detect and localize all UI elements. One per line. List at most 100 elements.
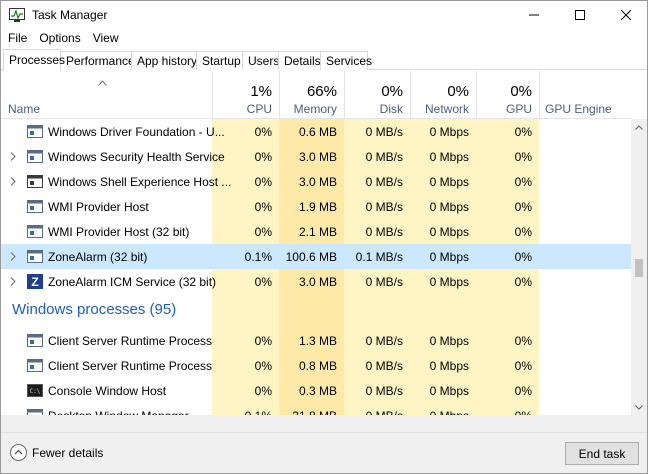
memory-value: 3.0 MB bbox=[298, 150, 337, 164]
column-network[interactable]: 0% Network bbox=[410, 71, 476, 119]
chevron-right-icon[interactable] bbox=[10, 152, 16, 161]
cpu-label: CPU bbox=[246, 102, 272, 116]
process-name: ZoneAlarm ICM Service (32 bit) bbox=[48, 275, 217, 289]
memory-value: 100.6 MB bbox=[285, 250, 337, 264]
close-button[interactable] bbox=[603, 1, 648, 29]
gpu-total: 0% bbox=[510, 83, 532, 100]
tab-users[interactable]: Users bbox=[242, 51, 279, 70]
column-gpu[interactable]: 0% GPU bbox=[476, 71, 539, 119]
network-value: 0 Mbps bbox=[429, 359, 469, 373]
network-value: 0 Mbps bbox=[429, 250, 469, 264]
process-name: Windows Security Health Service bbox=[48, 150, 225, 164]
disk-value: 0 MB/s bbox=[365, 384, 403, 398]
network-label: Network bbox=[424, 102, 469, 116]
process-name: Windows Shell Experience Host ... bbox=[48, 175, 232, 189]
minimize-button[interactable] bbox=[511, 1, 557, 29]
scroll-thumb[interactable] bbox=[635, 259, 643, 277]
table-row[interactable]: Windows Driver Foundation - U... 0% 0.6 MB… bbox=[1, 119, 631, 144]
sort-up-icon bbox=[98, 80, 107, 86]
scroll-down-button[interactable] bbox=[631, 399, 647, 415]
zonealarm-icon: Z bbox=[27, 274, 43, 289]
table-row[interactable]: WMI Provider Host 0% 1.9 MB 0 MB/s 0 Mbps 0% bbox=[1, 194, 631, 219]
maximize-button[interactable] bbox=[557, 1, 603, 29]
gpu-value: 0% bbox=[514, 150, 532, 164]
gpu-value: 0% bbox=[514, 275, 532, 289]
table-row[interactable]: Windows Shell Experience Host ... 0% 3.0 M… bbox=[1, 169, 631, 194]
table-row[interactable]: ZoneAlarm (32 bit) 0.1% 100.6 MB 0.1 MB/s 0 … bbox=[1, 244, 631, 269]
table-row[interactable]: C:\ Console Window Host 0% 0.3 MB 0 MB/s 0 Mb… bbox=[1, 378, 631, 403]
table-row[interactable]: Desktop Window Manager0.1%31.8 MB0 MB/s0… bbox=[1, 403, 631, 415]
menu-bar: File Options View bbox=[1, 29, 647, 49]
disk-value: 0 MB/s bbox=[365, 200, 403, 214]
tab-performance[interactable]: Performance bbox=[60, 51, 135, 70]
process-name: WMI Provider Host bbox=[48, 200, 149, 214]
menu-file[interactable]: File bbox=[1, 29, 33, 49]
cpu-value: 0% bbox=[254, 359, 272, 373]
fewer-details-link[interactable]: Fewer details bbox=[32, 446, 103, 460]
header-scroll-spacer bbox=[631, 71, 647, 119]
disk-label: Disk bbox=[379, 102, 403, 116]
fewer-details-button[interactable] bbox=[10, 444, 27, 461]
memory-value: 3.0 MB bbox=[298, 275, 337, 289]
gpu-value: 0% bbox=[514, 200, 532, 214]
menu-view[interactable]: View bbox=[87, 29, 125, 49]
network-value: 0 Mbps bbox=[429, 175, 469, 189]
scroll-up-icon bbox=[635, 124, 643, 130]
cpu-value: 0% bbox=[254, 384, 272, 398]
column-header: Name 1% CPU 66% Memory 0% Disk 0% Networ… bbox=[1, 71, 631, 119]
svg-text:Z: Z bbox=[31, 275, 38, 289]
end-task-button[interactable]: End task bbox=[565, 442, 639, 465]
tab-app-history[interactable]: App history bbox=[131, 51, 197, 70]
cpu-value: 0% bbox=[254, 150, 272, 164]
window-title: Task Manager bbox=[32, 8, 108, 22]
table-row[interactable]: WMI Provider Host (32 bit) 0% 2.1 MB 0 MB/s… bbox=[1, 219, 631, 244]
process-name: Client Server Runtime Process bbox=[48, 359, 213, 373]
scroll-up-button[interactable] bbox=[631, 119, 647, 135]
service-window-icon bbox=[27, 200, 43, 213]
memory-value: 1.3 MB bbox=[298, 334, 337, 348]
memory-label: Memory bbox=[293, 102, 337, 116]
disk-value: 0 MB/s bbox=[365, 225, 403, 239]
network-value: 0 Mbps bbox=[429, 334, 469, 348]
footer-bar: Fewer details End task bbox=[1, 432, 647, 473]
tab-processes[interactable]: Processes bbox=[3, 49, 65, 71]
group-header-row[interactable]: Windows processes (95) bbox=[1, 294, 631, 328]
service-window-icon bbox=[27, 409, 43, 415]
cpu-value: 0% bbox=[254, 275, 272, 289]
chevron-right-icon[interactable] bbox=[10, 177, 16, 186]
column-cpu[interactable]: 1% CPU bbox=[212, 71, 279, 119]
title-bar[interactable]: Task Manager bbox=[1, 1, 647, 29]
table-row[interactable]: Windows Security Health Service 0% 3.0 MB 0… bbox=[1, 144, 631, 169]
column-name[interactable]: Name bbox=[8, 102, 40, 116]
tab-services[interactable]: Services bbox=[320, 51, 372, 70]
menu-options[interactable]: Options bbox=[33, 29, 86, 49]
disk-value: 0 MB/s bbox=[365, 175, 403, 189]
group-title: Windows processes (95) bbox=[12, 301, 177, 318]
cpu-value: 0.1% bbox=[244, 250, 272, 264]
gpu-value: 0% bbox=[514, 334, 532, 348]
gpu-value: 0% bbox=[514, 384, 532, 398]
memory-value: 2.1 MB bbox=[298, 225, 337, 239]
disk-value: 0.1 MB/s bbox=[355, 250, 403, 264]
process-list: Windows Driver Foundation - U... 0% 0.6 MB… bbox=[1, 119, 631, 415]
network-value: 0 Mbps bbox=[429, 275, 469, 289]
tab-startup[interactable]: Startup bbox=[196, 51, 243, 70]
table-row[interactable]: Client Server Runtime Process 0% 0.8 MB 0 M… bbox=[1, 353, 631, 378]
cpu-value: 0% bbox=[254, 200, 272, 214]
maximize-icon bbox=[575, 10, 585, 20]
table-row[interactable]: Client Server Runtime Process 0% 1.3 MB 0 M… bbox=[1, 328, 631, 353]
column-gpu-engine[interactable]: GPU Engine bbox=[539, 71, 631, 119]
column-disk[interactable]: 0% Disk bbox=[344, 71, 410, 119]
chevron-right-icon[interactable] bbox=[10, 252, 16, 261]
process-name: WMI Provider Host (32 bit) bbox=[48, 225, 190, 239]
column-memory[interactable]: 66% Memory bbox=[279, 71, 344, 119]
gpu-label: GPU bbox=[505, 102, 532, 116]
disk-total: 0% bbox=[381, 83, 403, 100]
network-value: 0 Mbps bbox=[429, 125, 469, 139]
chevron-right-icon[interactable] bbox=[10, 277, 16, 286]
network-value: 0 Mbps bbox=[429, 200, 469, 214]
vertical-scrollbar[interactable] bbox=[631, 119, 647, 415]
tab-details[interactable]: Details bbox=[278, 51, 321, 70]
table-row[interactable]: Z ZoneAlarm ICM Service (32 bit) 0% 3.0 MB 0… bbox=[1, 269, 631, 294]
network-value: 0 Mbps bbox=[429, 384, 469, 398]
